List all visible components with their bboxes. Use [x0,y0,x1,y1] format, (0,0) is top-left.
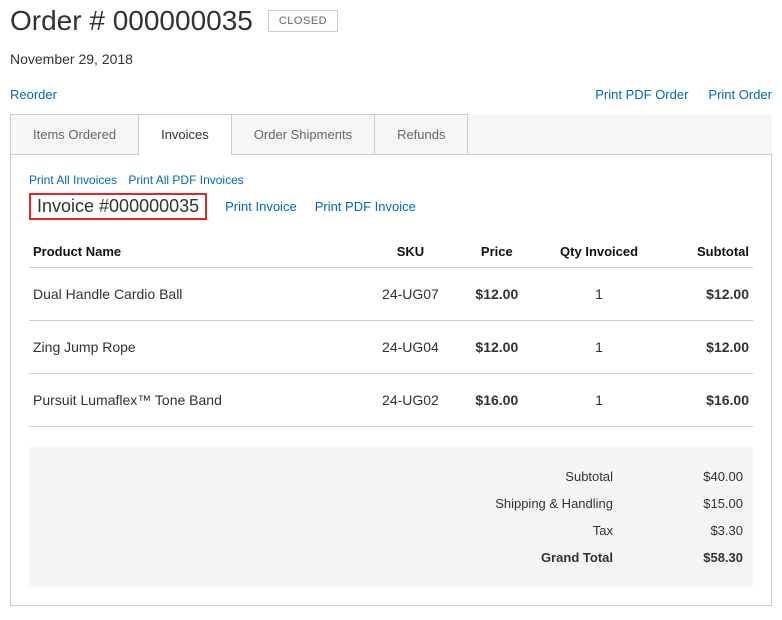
cell-product-name: Pursuit Lumaflex™ Tone Band [29,374,362,427]
tab-order-shipments[interactable]: Order Shipments [231,114,375,154]
col-product-name: Product Name [29,236,362,268]
totals-block: Subtotal $40.00 Shipping & Handling $15.… [29,447,753,587]
cell-sku: 24-UG02 [362,374,459,427]
print-order-link[interactable]: Print Order [708,87,772,102]
subtotal-value: $40.00 [673,469,743,484]
cell-price: $12.00 [459,268,535,321]
order-title: Order # 000000035 [10,5,253,37]
tab-items-ordered[interactable]: Items Ordered [10,114,139,154]
cell-qty: 1 [535,268,664,321]
print-invoice-link[interactable]: Print Invoice [225,199,297,214]
status-badge: CLOSED [268,10,338,32]
cell-qty: 1 [535,374,664,427]
table-row: Dual Handle Cardio Ball 24-UG07 $12.00 1… [29,268,753,321]
invoice-items-table: Product Name SKU Price Qty Invoiced Subt… [29,236,753,427]
cell-product-name: Zing Jump Rope [29,321,362,374]
tab-refunds[interactable]: Refunds [374,114,468,154]
shipping-label: Shipping & Handling [495,496,613,511]
order-tabs: Items Ordered Invoices Order Shipments R… [10,114,772,155]
cell-price: $16.00 [459,374,535,427]
cell-product-name: Dual Handle Cardio Ball [29,268,362,321]
print-all-pdf-invoices-link[interactable]: Print All PDF Invoices [128,173,243,187]
col-subtotal: Subtotal [663,236,753,268]
tax-label: Tax [593,523,613,538]
cell-sku: 24-UG07 [362,268,459,321]
print-pdf-order-link[interactable]: Print PDF Order [595,87,688,102]
cell-price: $12.00 [459,321,535,374]
shipping-value: $15.00 [673,496,743,511]
cell-subtotal: $16.00 [663,374,753,427]
tab-invoices[interactable]: Invoices [138,114,232,154]
subtotal-label: Subtotal [565,469,613,484]
tax-value: $3.30 [673,523,743,538]
col-sku: SKU [362,236,459,268]
col-qty: Qty Invoiced [535,236,664,268]
grand-total-label: Grand Total [541,550,613,565]
cell-subtotal: $12.00 [663,321,753,374]
tab-content-invoices: Print All Invoices Print All PDF Invoice… [10,155,772,606]
cell-qty: 1 [535,321,664,374]
cell-sku: 24-UG04 [362,321,459,374]
order-date: November 29, 2018 [10,51,772,67]
col-price: Price [459,236,535,268]
invoice-title: Invoice #000000035 [29,193,207,220]
reorder-link[interactable]: Reorder [10,87,57,102]
grand-total-value: $58.30 [673,550,743,565]
print-pdf-invoice-link[interactable]: Print PDF Invoice [315,199,416,214]
print-all-invoices-link[interactable]: Print All Invoices [29,173,117,187]
table-row: Zing Jump Rope 24-UG04 $12.00 1 $12.00 [29,321,753,374]
cell-subtotal: $12.00 [663,268,753,321]
table-row: Pursuit Lumaflex™ Tone Band 24-UG02 $16.… [29,374,753,427]
